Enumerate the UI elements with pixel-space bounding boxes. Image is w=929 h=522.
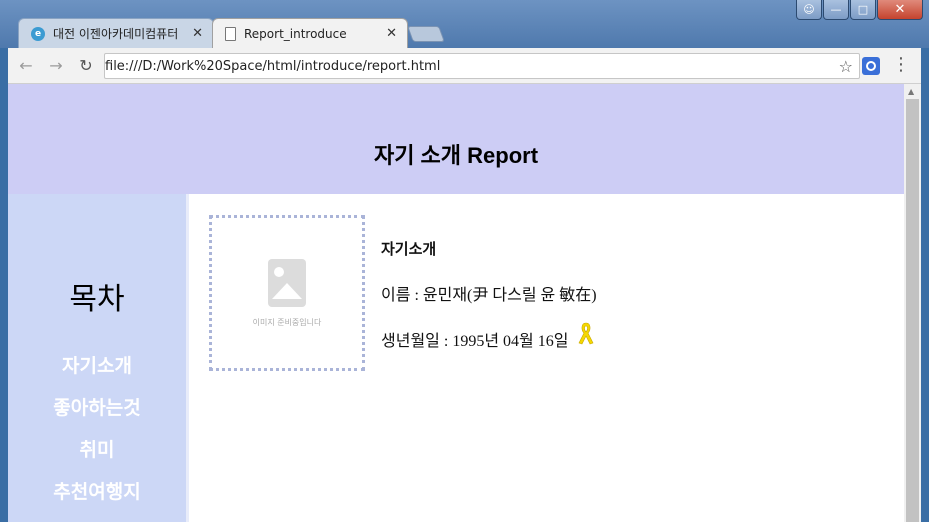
birth-text: 생년월일 : 1995년 04월 16일 [381,333,569,350]
back-arrow-icon[interactable]: ← [14,56,38,75]
section-heading: 자기소개 [381,241,437,258]
window-titlebar: ☺ — □ ✕ e 대전 이젠아카데미컴퓨터 ✕ Report_introduc… [0,0,929,48]
maximize-button[interactable]: □ [850,0,876,20]
nav-item-hobby[interactable]: 취미 [8,430,186,472]
scroll-thumb[interactable] [906,99,919,522]
tab-ezen-academy[interactable]: e 대전 이젠아카데미컴퓨터 ✕ [18,18,214,48]
nav-title: 목차 [69,283,125,316]
page-title: 자기 소개 Report [373,143,539,168]
vertical-scrollbar[interactable]: ▲ [904,84,921,522]
new-tab-button[interactable] [407,26,445,42]
reload-icon[interactable]: ↻ [74,56,98,75]
profile-info: 자기소개 이름 : 윤민재(尹 다스릴 윤 敏在) 생년월일 : 1995년 0… [381,238,597,373]
address-bar[interactable]: i file:///D:/Work%20Space/html/introduce… [104,53,860,112]
close-tab-icon[interactable]: ✕ [386,26,397,41]
window-controls: ☺ — □ ✕ [796,0,923,20]
nav-item-travel[interactable]: 추천여행지 [8,472,186,514]
image-placeholder-icon [268,258,306,307]
tab-report-introduce[interactable]: Report_introduce ✕ [212,18,408,48]
tab-title: Report_introduce [244,26,347,41]
menu-dots-icon[interactable]: ⋮ [892,54,910,75]
nav-item-likes[interactable]: 좋아하는것 [8,388,186,430]
address-url: file:///D:/Work%20Space/html/introduce/r… [105,58,441,74]
extension-icon[interactable] [862,57,880,75]
close-tab-icon[interactable]: ✕ [192,26,203,41]
page-viewport: 자기 소개 Report 목차 자기소개 좋아하는것 취미 추천여행지 이미지 … [8,84,921,522]
forward-arrow-icon[interactable]: → [44,56,68,75]
tab-title: 대전 이젠아카데미컴퓨터 [53,27,179,41]
birth-line: 생년월일 : 1995년 04월 16일 [381,322,597,351]
profile-photo-placeholder: 이미지 준비중입니다 [209,215,365,371]
sidebar-nav: 목차 자기소개 좋아하는것 취미 추천여행지 [8,194,186,522]
photo-caption: 이미지 준비중입니다 [252,317,322,327]
bookmark-star-icon[interactable]: ☆ [839,57,853,76]
document-icon [225,26,236,41]
scroll-up-arrow-icon[interactable]: ▲ [908,87,914,96]
e-favicon-icon: e [31,26,45,41]
name-text: 이름 : 윤민재(尹 다스릴 윤 敏在) [381,287,597,304]
main-content: 이미지 준비중입니다 자기소개 이름 : 윤민재(尹 다스릴 윤 敏在) 생년월… [189,194,904,522]
user-profile-button[interactable]: ☺ [796,0,822,20]
yellow-ribbon-icon [577,321,595,350]
page-header: 자기 소개 Report [8,84,904,194]
minimize-button[interactable]: — [823,0,849,20]
nav-item-self-intro[interactable]: 자기소개 [8,346,186,388]
browser-toolbar: ← → ↻ i file:///D:/Work%20Space/html/int… [8,48,921,112]
close-window-button[interactable]: ✕ [877,0,923,20]
name-line: 이름 : 윤민재(尹 다스릴 윤 敏在) [381,281,597,305]
